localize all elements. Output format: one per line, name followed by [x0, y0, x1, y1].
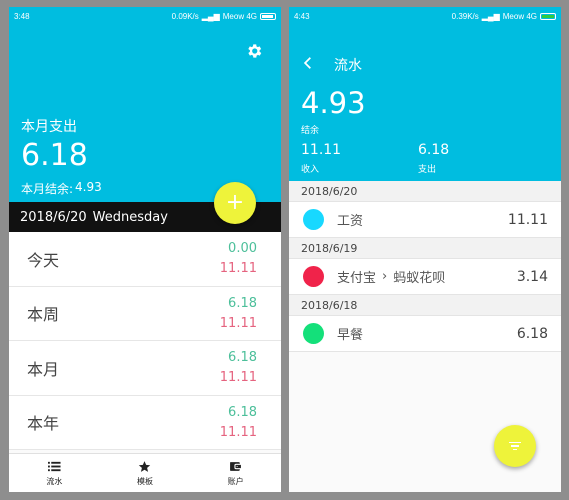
add-record-button[interactable]: + — [214, 182, 256, 224]
group-date-header: 2018/6/20 — [289, 181, 561, 202]
category-dot — [303, 266, 324, 287]
carrier-label: Meow 4G — [502, 12, 537, 21]
summary-row-year[interactable]: 本年 6.18 11.11 — [9, 396, 281, 450]
nav-label: 模板 — [136, 476, 153, 486]
summary-row-week[interactable]: 本周 6.18 11.11 — [9, 287, 281, 341]
expense-label: 支出 — [418, 165, 437, 175]
network-speed: 0.09K/s — [171, 12, 199, 21]
nav-item-templates[interactable]: 模板 — [115, 460, 175, 487]
nav-label: 账户 — [227, 476, 244, 486]
summary-header: 本月支出 6.18 本月结余: 4.93 — [9, 26, 281, 202]
plus-icon: + — [225, 190, 245, 215]
transaction-name: 支付宝 — [337, 271, 377, 286]
transaction-row[interactable]: 工资 11.11 — [289, 202, 561, 238]
battery-icon — [260, 13, 276, 20]
transaction-amount: 11.11 — [507, 211, 548, 228]
status-bar: 3:48 0.09K/s ▂▄▆ Meow 4G — [9, 7, 281, 26]
balance-label: 结余 — [301, 126, 320, 136]
income-label: 收入 — [301, 165, 320, 175]
network-speed: 0.39K/s — [451, 12, 479, 21]
status-time: 3:48 — [14, 12, 30, 21]
nav-item-transactions[interactable]: 流水 — [24, 460, 84, 487]
chevron-right-icon: › — [382, 269, 388, 284]
carrier-label: Meow 4G — [222, 12, 257, 21]
nav-label: 流水 — [46, 476, 63, 486]
period-expense: 11.11 — [219, 370, 257, 386]
summary-row-today[interactable]: 今天 0.00 11.11 — [9, 232, 281, 287]
month-balance: 本月结余: 4.93 — [21, 180, 102, 197]
category-dot — [303, 323, 324, 344]
period-label: 本月 — [27, 359, 60, 379]
filter-icon — [509, 441, 521, 451]
period-summary-list: 今天 0.00 11.11 本周 6.18 11.11 本月 6.18 11.1… — [9, 232, 281, 450]
month-expense-value: 6.18 — [21, 138, 88, 173]
nav-item-accounts[interactable]: 账户 — [206, 460, 266, 487]
balance-value: 4.93 — [75, 180, 102, 194]
back-arrow-icon[interactable] — [301, 56, 315, 70]
period-expense: 11.11 — [219, 424, 257, 440]
wallet-icon — [230, 461, 242, 471]
group-date-header: 2018/6/19 — [289, 238, 561, 259]
list-icon — [47, 461, 61, 471]
transactions-header: 流水 4.93 结余 11.11 收入 6.18 支出 — [289, 26, 561, 181]
current-weekday: Wednesday — [92, 209, 168, 225]
transaction-name: 工资 — [337, 214, 364, 229]
summary-row-month[interactable]: 本月 6.18 11.11 — [9, 341, 281, 396]
period-expense: 11.11 — [219, 315, 257, 331]
filter-button[interactable] — [494, 425, 536, 467]
current-date: 2018/6/20 — [20, 209, 87, 225]
transaction-row[interactable]: 早餐 6.18 — [289, 316, 561, 352]
status-time: 4:43 — [294, 12, 310, 21]
overview-screen: 3:48 0.09K/s ▂▄▆ Meow 4G 本月支出 6.18 本月结余:… — [9, 7, 281, 492]
status-bar: 4:43 0.39K/s ▂▄▆ Meow 4G — [289, 7, 561, 26]
transaction-amount: 3.14 — [516, 268, 548, 285]
balance-value: 4.93 — [301, 86, 366, 120]
gear-icon[interactable] — [245, 42, 263, 60]
period-income: 0.00 — [228, 241, 257, 257]
star-icon — [139, 460, 151, 472]
bottom-navigation: 流水 模板 账户 — [9, 453, 281, 492]
period-income: 6.18 — [228, 404, 257, 420]
transaction-amount: 6.18 — [516, 325, 548, 342]
transaction-row[interactable]: 支付宝 › 蚂蚁花呗 3.14 — [289, 259, 561, 295]
month-expense-label: 本月支出 — [21, 119, 77, 135]
signal-icon: ▂▄▆ — [481, 12, 500, 21]
income-value: 11.11 — [301, 142, 342, 158]
period-label: 本周 — [27, 305, 60, 325]
expense-value: 6.18 — [418, 142, 450, 158]
period-income: 6.18 — [228, 295, 257, 311]
page-title: 流水 — [334, 58, 362, 74]
period-income: 6.18 — [228, 350, 257, 366]
category-dot — [303, 209, 324, 230]
battery-icon — [540, 13, 556, 20]
period-label: 今天 — [27, 250, 60, 270]
transaction-name: 早餐 — [337, 328, 364, 343]
period-expense: 11.11 — [219, 261, 257, 277]
signal-icon: ▂▄▆ — [201, 12, 220, 21]
period-label: 本年 — [27, 414, 60, 434]
transactions-screen: 4:43 0.39K/s ▂▄▆ Meow 4G 流水 4.93 结余 11.1… — [289, 7, 561, 492]
group-date-header: 2018/6/18 — [289, 295, 561, 316]
balance-label: 本月结余: — [21, 182, 74, 196]
transaction-subaccount: 蚂蚁花呗 — [393, 271, 446, 286]
